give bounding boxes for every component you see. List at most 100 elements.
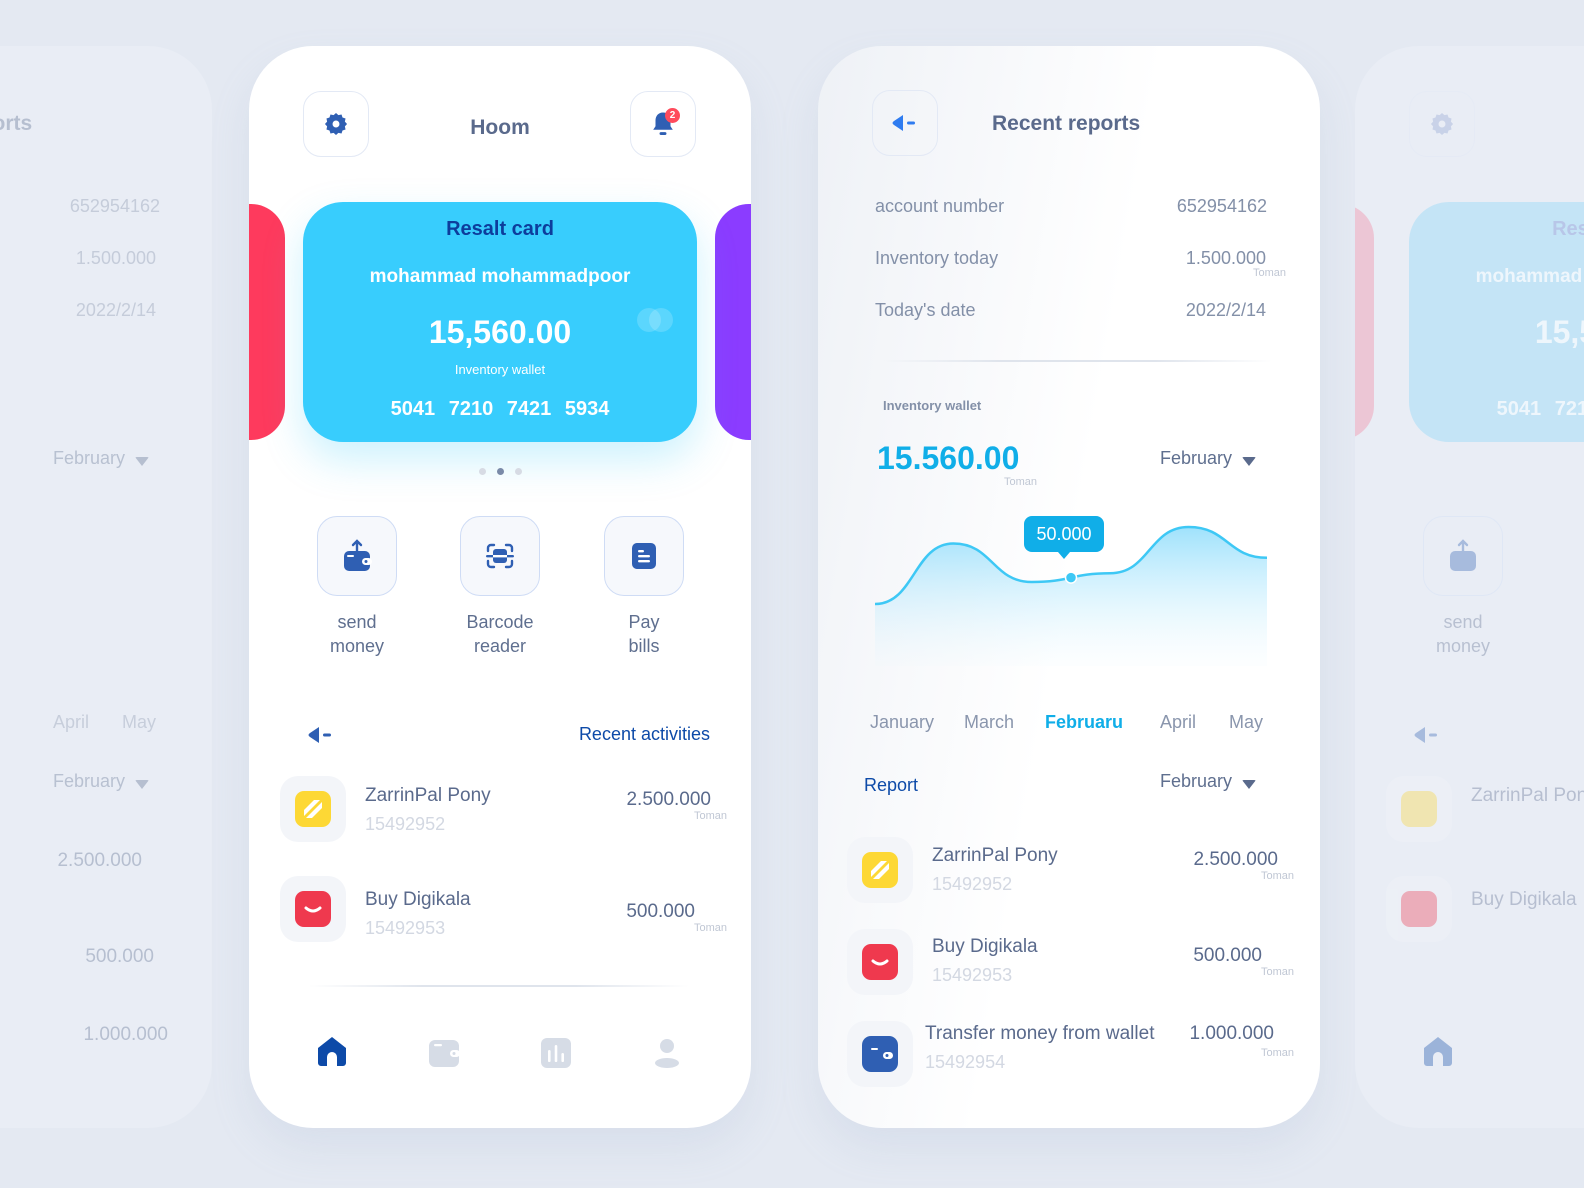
send-money-icon — [1450, 539, 1476, 571]
report-label: Report — [864, 775, 919, 795]
month-tab[interactable]: May — [1229, 712, 1263, 733]
account-number-label: account number — [875, 196, 1005, 216]
date-value: 2022/2/14 — [1185, 300, 1266, 320]
ghost-amount: 500.000 — [85, 946, 154, 967]
card-number: 5041 7210 7421 5934 — [390, 398, 610, 420]
transaction-id: 15492954 — [925, 1052, 1006, 1072]
bank-card[interactable]: Resalt card mohammad mohammadpoor 15,560… — [303, 202, 697, 442]
month-tab[interactable]: March — [964, 712, 1014, 733]
background-home-screen: Resalt card mohammad mohammadpoor 15,560… — [1355, 46, 1584, 1128]
card-balance-label: Inventory wallet — [454, 362, 546, 377]
period-select[interactable]: February — [1160, 448, 1257, 469]
activity-amount: 2.500.000 — [626, 789, 711, 810]
transaction-name: Buy Digikala — [932, 936, 1038, 957]
chart-tooltip-value: 50.000 — [1036, 524, 1092, 544]
action-label: money — [329, 636, 385, 656]
back-button[interactable] — [872, 90, 938, 156]
ghost-activity-name: Buy Digikala — [1471, 889, 1577, 910]
bill-icon — [632, 543, 656, 569]
digikala-icon — [295, 891, 331, 927]
activity-currency: Toman — [693, 922, 727, 934]
transaction-name: ZarrinPal Pony — [932, 845, 1058, 866]
wallet-icon — [862, 1036, 898, 1072]
card-holder-name: mohammad mohammadpoor — [369, 266, 631, 287]
inventory-today-currency: Toman — [1252, 267, 1286, 279]
reports-screen: Recent reports account number 652954162 … — [818, 46, 1320, 1128]
transaction-currency: Toman — [1260, 870, 1294, 882]
ghost-activity-name: ZarrinPal Pony — [1471, 785, 1584, 806]
carousel-dot[interactable] — [478, 468, 486, 475]
next-card[interactable] — [715, 204, 751, 440]
month-tab[interactable]: January — [870, 712, 934, 733]
activity-name: ZarrinPal Pony — [365, 785, 491, 806]
ghost-bank-card: Resalt card mohammad mohammadpoor 15,560… — [1409, 202, 1584, 442]
card-title: Resalt card — [446, 218, 554, 240]
gear-icon — [1430, 112, 1454, 136]
ghost-send-money: send money — [1423, 516, 1503, 658]
ghost-month-april: April — [53, 712, 90, 732]
transaction-currency: Toman — [1260, 1047, 1294, 1059]
ghost-back-arrow-icon — [1414, 727, 1437, 743]
chart-highlight-point[interactable] — [1064, 571, 1078, 584]
page-title: Recent reports — [992, 112, 1141, 135]
barcode-reader-button[interactable]: Barcode reader — [460, 516, 540, 658]
activity-name: Buy Digikala — [365, 889, 471, 910]
transaction-name: Transfer money from wallet — [925, 1023, 1155, 1044]
wallet-icon[interactable] — [428, 1039, 460, 1067]
notifications-button[interactable]: 2 — [630, 91, 696, 157]
date-label: Today's date — [875, 300, 976, 320]
profile-icon[interactable] — [654, 1038, 680, 1068]
chart-icon[interactable] — [541, 1038, 571, 1068]
ghost-digikala-icon — [1401, 891, 1437, 927]
background-reports-screen: Recent reports 652954162 1.500.000 2022/… — [0, 46, 212, 1128]
month-tab-active[interactable]: Februaru — [1045, 712, 1123, 733]
activity-currency: Toman — [693, 810, 727, 822]
pay-bills-button[interactable]: Pay bills — [604, 516, 684, 658]
ghost-month-may: May — [122, 712, 157, 732]
ghost-home-icon — [1424, 1037, 1452, 1066]
report-period-select[interactable]: February — [1160, 771, 1257, 792]
bottom-navigation — [249, 1036, 751, 1076]
send-money-icon — [344, 539, 372, 571]
activity-id: 15492952 — [365, 814, 446, 834]
digikala-icon — [862, 944, 898, 980]
month-tab[interactable]: April — [1160, 712, 1196, 733]
home-icon[interactable] — [317, 1036, 347, 1067]
ghost-amount: 1.000.000 — [83, 1024, 168, 1045]
zarrinpal-icon — [862, 852, 898, 888]
carousel-dot-active[interactable] — [496, 468, 504, 475]
carousel-dot[interactable] — [514, 468, 522, 475]
action-label: send — [337, 612, 377, 632]
ghost-inventory-today: 1.500.000 — [75, 248, 156, 268]
ghost-previous-card — [1355, 204, 1374, 440]
ghost-report-select: February — [53, 771, 150, 792]
ghost-card-number: 5041 7210 7421 5934 — [1496, 398, 1584, 420]
activity-id: 15492953 — [365, 918, 446, 938]
ghost-period-select: February — [53, 448, 150, 469]
ghost-reports-title: Recent reports — [0, 112, 33, 135]
chevron-down-icon — [1242, 457, 1257, 466]
transaction-amount: 1.000.000 — [1189, 1023, 1274, 1044]
transaction-currency: Toman — [1260, 966, 1294, 978]
transaction-amount: 2.500.000 — [1193, 849, 1278, 870]
chevron-down-icon — [1242, 780, 1257, 789]
ghost-action-label: money — [1435, 636, 1491, 656]
chart-tooltip: 50.000 — [1024, 516, 1104, 559]
back-arrow-icon[interactable] — [307, 726, 335, 744]
zarrinpal-icon — [295, 791, 331, 827]
card-carousel-indicator — [249, 468, 751, 475]
action-label: Pay — [628, 612, 660, 632]
home-screen: Hoom 2 Resalt card mohammad mohammadpoor… — [249, 46, 751, 1128]
card-balance: 15,560.00 — [428, 314, 572, 350]
activity-amount: 500.000 — [626, 901, 695, 922]
inventory-today-value: 1.500.000 — [1185, 248, 1266, 268]
tooltip-pointer — [1058, 552, 1070, 559]
transaction-id: 15492953 — [932, 965, 1013, 985]
recent-activities-title[interactable]: Recent activities — [579, 724, 710, 745]
send-money-button[interactable]: send money — [317, 516, 397, 658]
previous-card[interactable] — [249, 204, 285, 440]
report-period-value: February — [1160, 771, 1233, 791]
action-label: Barcode — [466, 612, 534, 632]
notification-badge: 2 — [665, 108, 680, 123]
wallet-label: Inventory wallet — [883, 398, 982, 413]
